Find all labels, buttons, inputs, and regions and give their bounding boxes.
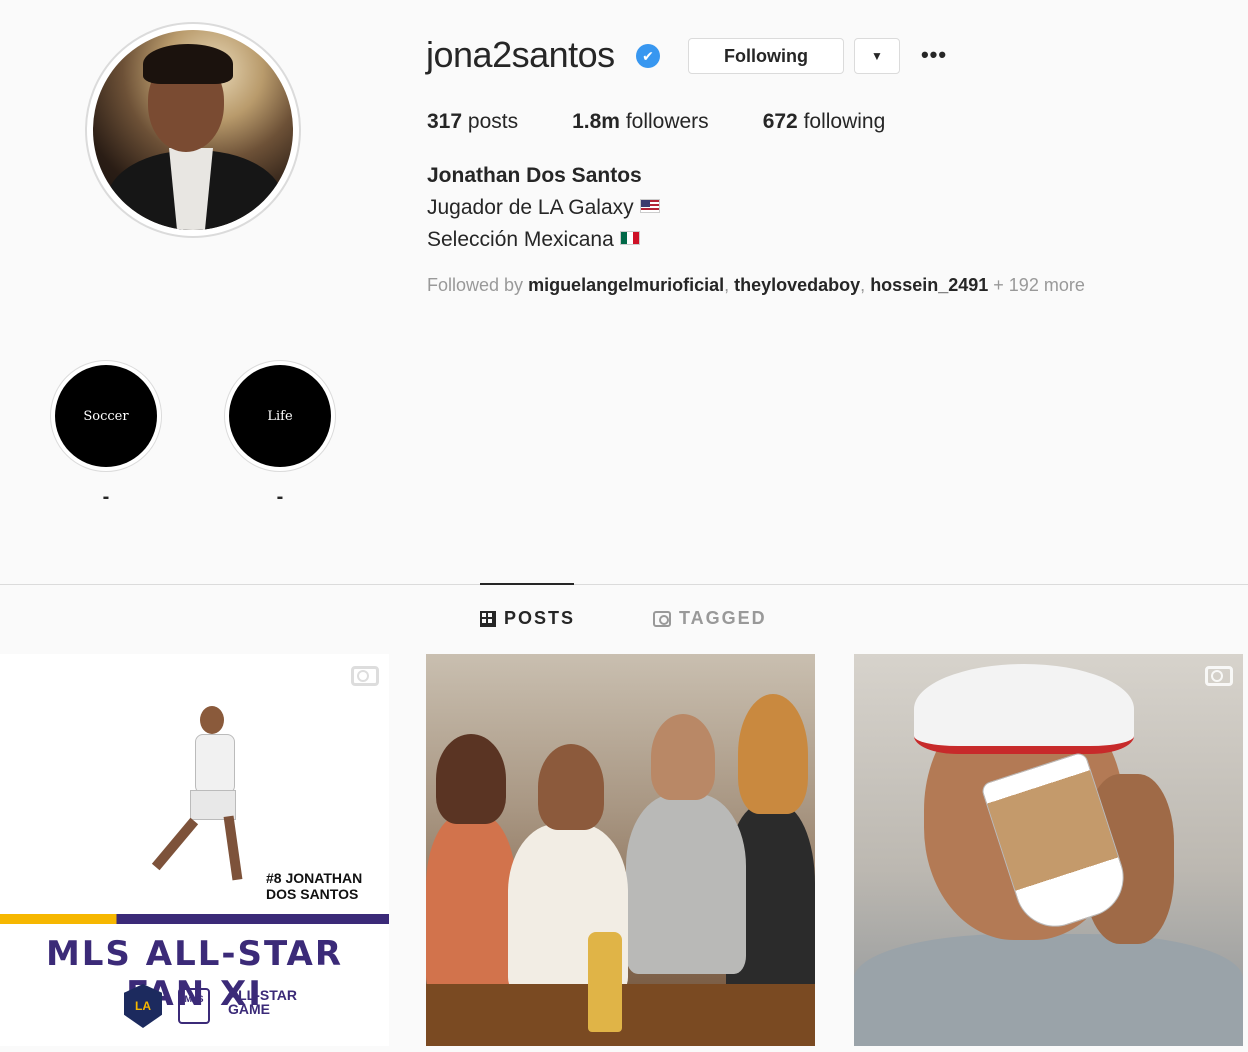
- photo-bottle: [588, 932, 622, 1032]
- followers-stat[interactable]: 1.8m followers: [572, 110, 709, 134]
- following-label: following: [803, 110, 886, 133]
- following-stat[interactable]: 672 following: [763, 110, 886, 134]
- jersey-number-text: #8 JONATHAN DOS SANTOS: [266, 870, 363, 902]
- photo-shirt: [854, 934, 1243, 1046]
- followers-count: 1.8m: [572, 110, 620, 133]
- followed-by-user[interactable]: theylovedaboy: [734, 275, 860, 295]
- post-tile[interactable]: [426, 654, 815, 1046]
- tab-tagged[interactable]: TAGGED: [653, 608, 767, 629]
- profile-username: jona2santos: [426, 34, 615, 75]
- profile-avatar[interactable]: [93, 30, 293, 230]
- player-torso: [195, 734, 235, 794]
- story-highlight-life[interactable]: Life -: [224, 360, 336, 509]
- followed-by-user[interactable]: hossein_2491: [870, 275, 988, 295]
- highlight-label: -: [102, 486, 110, 508]
- tagged-icon: [653, 610, 671, 627]
- video-icon: [1205, 666, 1233, 686]
- tab-tagged-label: TAGGED: [679, 608, 767, 628]
- grid-icon: [480, 610, 496, 627]
- highlight-cover: Soccer: [55, 365, 157, 467]
- avatar-hair: [143, 44, 233, 84]
- posts-stat: 317 posts: [427, 110, 518, 134]
- verified-badge-icon: ✔: [636, 44, 660, 68]
- tabs-divider: [0, 584, 1248, 585]
- all-star-game-logo: ALL-STAR GAME: [228, 988, 297, 1016]
- color-stripe: [0, 914, 389, 924]
- highlight-ring[interactable]: Soccer: [50, 360, 162, 472]
- bio-line-2-text: Selección Mexicana: [427, 228, 614, 251]
- bio-line-1-text: Jugador de LA Galaxy: [427, 196, 634, 219]
- posts-count: 317: [427, 110, 463, 133]
- followed-by-user[interactable]: miguelangelmurioficial: [528, 275, 724, 295]
- active-tab-indicator: [480, 583, 574, 585]
- post-tile[interactable]: [854, 654, 1243, 1046]
- asg-line-2: GAME: [228, 1001, 270, 1017]
- profile-stats: 317 posts 1.8m followers 672 following: [427, 110, 885, 134]
- player-leg: [151, 817, 199, 871]
- mexico-flag-icon: [619, 231, 640, 245]
- la-galaxy-logo: LA: [124, 984, 162, 1028]
- followed-by-more[interactable]: + 192 more: [993, 275, 1085, 295]
- bio-line-2: Selección Mexicana: [427, 228, 640, 252]
- player-leg: [223, 815, 243, 881]
- photo-person: [738, 694, 808, 814]
- suggested-dropdown-button[interactable]: ▼: [854, 38, 900, 74]
- followed-by-prefix: Followed by: [427, 275, 524, 295]
- photo-person: [426, 814, 516, 994]
- photo-person: [651, 714, 715, 800]
- profile-full-name: Jonathan Dos Santos: [427, 164, 642, 187]
- story-highlight-soccer[interactable]: Soccer -: [50, 360, 162, 509]
- player-illustration: [150, 694, 270, 884]
- highlight-cover: Life: [229, 365, 331, 467]
- us-flag-icon: [639, 199, 660, 213]
- player-head: [200, 706, 224, 734]
- photo-cap: [914, 664, 1134, 754]
- followed-by[interactable]: Followed by miguelangelmurioficial, they…: [427, 275, 1085, 296]
- post-tile[interactable]: #8 JONATHAN DOS SANTOS MLS ALL-STAR FAN …: [0, 654, 389, 1046]
- posts-label: posts: [467, 110, 519, 133]
- followers-label: followers: [625, 110, 709, 133]
- video-icon: [351, 666, 379, 686]
- following-count: 672: [762, 110, 798, 133]
- photo-person: [436, 734, 506, 824]
- photo-person: [538, 744, 604, 830]
- more-options-icon[interactable]: •••: [920, 38, 948, 74]
- highlight-ring[interactable]: Life: [224, 360, 336, 472]
- profile-avatar-ring[interactable]: [85, 22, 301, 238]
- tab-posts[interactable]: POSTS: [480, 608, 575, 629]
- highlight-label: -: [276, 486, 284, 508]
- mls-logo: MLS: [178, 988, 210, 1024]
- following-button[interactable]: Following: [688, 38, 844, 74]
- tab-posts-label: POSTS: [504, 608, 576, 628]
- bio-line-1: Jugador de LA Galaxy: [427, 196, 660, 220]
- photo-person: [626, 794, 746, 974]
